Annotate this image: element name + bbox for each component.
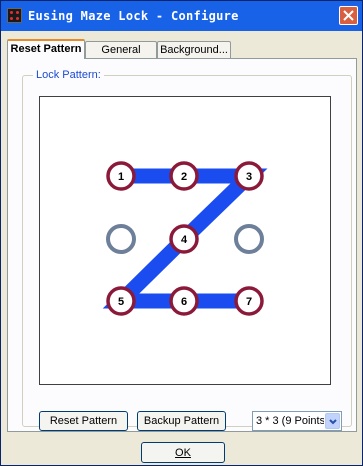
pattern-canvas[interactable]: 1 2 3 4 5 6 7 — [39, 96, 331, 385]
ok-button[interactable]: OK — [141, 442, 225, 463]
tab-general[interactable]: General — [85, 41, 157, 58]
grid-size-value: 3 * 3 (9 Points) — [256, 415, 324, 427]
pattern-node-label: 1 — [118, 171, 124, 183]
pattern-node[interactable]: 4 — [169, 224, 199, 254]
pattern-node[interactable] — [106, 224, 136, 254]
backup-pattern-button[interactable]: Backup Pattern — [137, 411, 226, 431]
close-icon — [343, 10, 354, 21]
tab-reset-pattern[interactable]: Reset Pattern — [7, 39, 85, 59]
reset-pattern-button[interactable]: Reset Pattern — [39, 411, 128, 431]
pattern-node[interactable]: 2 — [169, 161, 199, 191]
reset-pattern-panel: Lock Pattern: 1 2 3 4 5 6 7 Reset Pattern Back… — [7, 58, 357, 432]
close-button[interactable] — [339, 6, 358, 25]
pattern-node[interactable]: 1 — [106, 161, 136, 191]
dropdown-button[interactable] — [325, 413, 340, 429]
pattern-node[interactable]: 5 — [106, 286, 136, 316]
pattern-node[interactable]: 3 — [234, 161, 264, 191]
pattern-node-label: 3 — [246, 171, 252, 183]
pattern-node[interactable]: 6 — [169, 286, 199, 316]
window-title: Eusing Maze Lock - Configure — [28, 9, 239, 23]
ok-label: OK — [175, 446, 191, 459]
pattern-node-label: 7 — [246, 296, 252, 308]
configure-window: Eusing Maze Lock - Configure Reset Patte… — [0, 0, 363, 466]
pattern-node[interactable]: 7 — [234, 286, 264, 316]
grid-size-select[interactable]: 3 * 3 (9 Points) — [252, 411, 342, 431]
tab-background[interactable]: Background... — [157, 41, 231, 58]
chevron-down-icon — [329, 419, 337, 425]
pattern-node[interactable] — [234, 224, 264, 254]
maze-app-icon[interactable] — [7, 8, 22, 23]
pattern-node-label: 2 — [181, 171, 187, 183]
pattern-node-label: 6 — [181, 296, 187, 308]
lock-pattern-group: Lock Pattern: 1 2 3 4 5 6 7 Reset Pattern Back… — [22, 69, 352, 431]
pattern-node-label: 5 — [118, 296, 124, 308]
title-bar[interactable]: Eusing Maze Lock - Configure — [1, 1, 362, 31]
pattern-node-label: 4 — [181, 234, 188, 246]
lock-pattern-label: Lock Pattern: — [33, 69, 104, 81]
